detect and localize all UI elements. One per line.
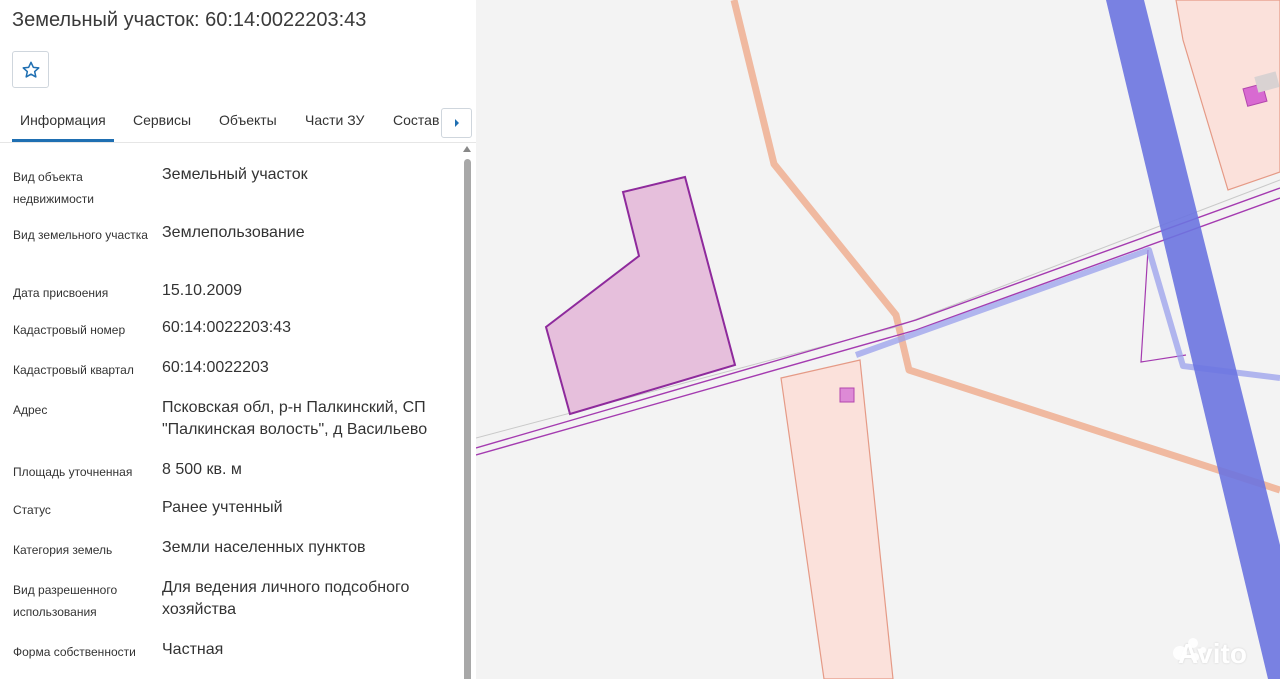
property-value: Земли населенных пунктов (162, 539, 366, 556)
page-title: Земельный участок: 60:14:0022203:43 (12, 9, 367, 31)
star-icon (22, 61, 39, 78)
property-label: Кадастровый квартал (13, 363, 134, 377)
property-label: Дата присвоения (13, 286, 109, 300)
scrollbar[interactable] (462, 142, 472, 679)
property-value: 8 500 кв. м (162, 461, 242, 478)
tabs-next-button[interactable] (441, 108, 472, 138)
parcel-bottom-strip[interactable] (780, 359, 894, 679)
building-marker[interactable] (839, 387, 855, 403)
property-label: Категория земель (13, 543, 113, 557)
property-value: Землепользование (162, 224, 305, 241)
tab-parts[interactable]: Части ЗУ (305, 112, 364, 128)
scroll-up-arrow-icon[interactable] (463, 146, 471, 152)
selected-parcel[interactable] (544, 175, 737, 416)
property-label: Вид объекта недвижимости (13, 170, 94, 206)
property-value: Земельный участок (162, 166, 308, 183)
scroll-thumb[interactable] (464, 159, 471, 679)
property-label: Кадастровый номер (13, 323, 126, 337)
tab-info[interactable]: Информация (12, 112, 114, 142)
property-label: Площадь уточненная (13, 465, 133, 479)
property-value: Для ведения личного подсобного хозяйства (162, 579, 410, 618)
property-value: 60:14:0022203:43 (162, 319, 292, 336)
property-value: Ранее учтенный (162, 499, 283, 516)
property-value: Частная (162, 641, 224, 658)
avito-logo (1173, 638, 1206, 661)
tab-services[interactable]: Сервисы (133, 112, 191, 128)
chevron-right-icon (454, 119, 459, 127)
property-label: Адрес (13, 403, 48, 417)
property-list: Вид объекта недвижимости Земельный участ… (0, 142, 460, 679)
property-value: 60:14:0022203 (162, 359, 269, 376)
property-label: Вид разрешенного использования (13, 583, 118, 619)
cadastral-map[interactable]: Avito (476, 0, 1280, 679)
property-value: Псковская обл, р-н Палкинский, СП "Палки… (162, 399, 428, 438)
tab-objects[interactable]: Объекты (219, 112, 277, 128)
property-label: Форма собственности (13, 645, 136, 659)
tab-composition[interactable]: Состав (393, 112, 439, 128)
property-value: 15.10.2009 (162, 282, 243, 299)
map-canvas[interactable] (476, 0, 1280, 679)
watermark: Avito (1172, 634, 1247, 674)
property-label: Вид земельного участка (13, 228, 148, 242)
tab-bar: Информация Сервисы Объекты Части ЗУ Сост… (0, 100, 476, 143)
favorite-button[interactable] (12, 51, 49, 88)
property-label: Статус (13, 503, 51, 517)
info-panel: Земельный участок: 60:14:0022203:43 Инфо… (0, 0, 476, 679)
